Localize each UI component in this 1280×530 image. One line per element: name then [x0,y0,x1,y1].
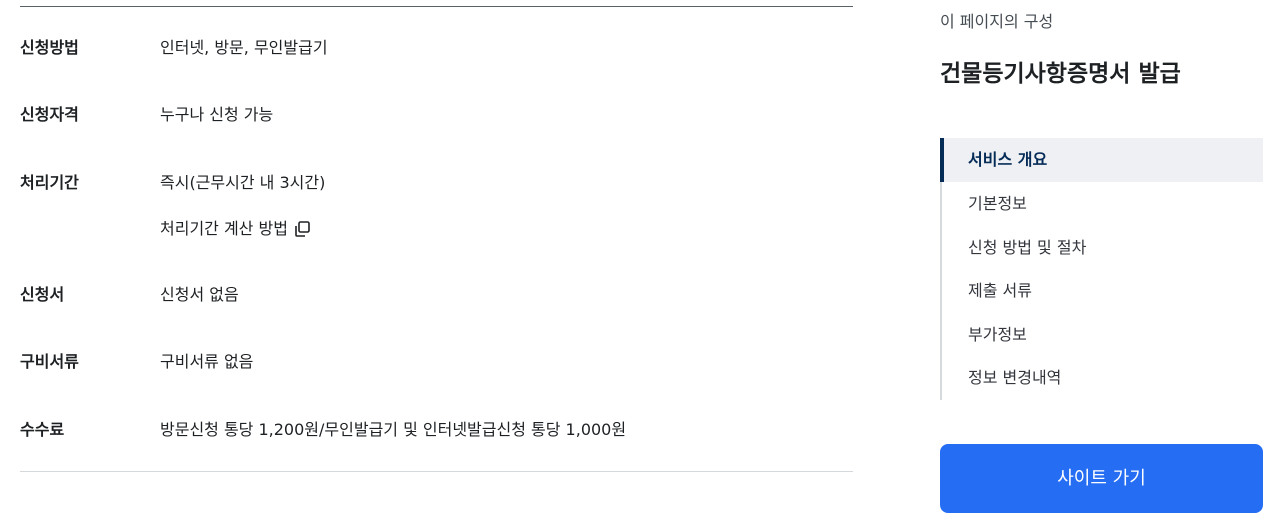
toc-item-label: 기본정보 [968,194,1027,213]
detail-value: 인터넷, 방문, 무인발급기 [160,38,328,57]
go-to-site-button[interactable]: 사이트 가기 [940,444,1263,513]
detail-value: 신청서 없음 [160,285,239,304]
toc-item-change-history[interactable]: 정보 변경내역 [942,356,1263,400]
detail-value: 누구나 신청 가능 [160,105,274,124]
detail-value: 구비서류 없음 [160,352,254,371]
toc-item-label: 신청 방법 및 절차 [968,238,1087,257]
toc-item-label: 제출 서류 [968,281,1032,300]
toc-item-additional-info[interactable]: 부가정보 [942,313,1263,357]
detail-label: 처리기간 [20,173,79,192]
top-divider [20,6,853,7]
toc-item-basic-info[interactable]: 기본정보 [942,182,1263,226]
processing-calc-link[interactable]: 처리기간 계산 방법 [160,217,311,241]
detail-label: 신청자격 [20,105,79,124]
detail-label: 수수료 [20,420,65,439]
service-detail-list: 신청방법 인터넷, 방문, 무인발급기 신청자격 누구나 신청 가능 처리기간 … [20,0,853,530]
detail-label: 구비서류 [20,352,79,371]
toc-item-label: 서비스 개요 [968,150,1048,169]
toc-item-documents[interactable]: 제출 서류 [942,269,1263,313]
toc-active-indicator [940,138,944,182]
toc-item-overview[interactable]: 서비스 개요 [940,138,1263,182]
outline-caption: 이 페이지의 구성 [940,12,1054,31]
detail-value: 방문신청 통당 1,200원/무인발급기 및 인터넷발급신청 통당 1,000원 [160,420,627,439]
outline-nav: 서비스 개요 기본정보 신청 방법 및 절차 제출 서류 부가정보 정보 변경내… [940,138,1263,400]
detail-label: 신청서 [20,285,65,304]
toc-item-procedure[interactable]: 신청 방법 및 절차 [942,226,1263,270]
processing-calc-label: 처리기간 계산 방법 [160,219,288,238]
page-outline: 이 페이지의 구성 건물등기사항증명서 발급 서비스 개요 기본정보 신청 방법… [940,0,1263,530]
toc-item-label: 정보 변경내역 [968,368,1062,387]
copy-icon [295,221,310,237]
toc-item-label: 부가정보 [968,325,1027,344]
detail-label: 신청방법 [20,38,79,57]
outline-title: 건물등기사항증명서 발급 [940,61,1181,87]
detail-value: 즉시(근무시간 내 3시간) [160,173,326,192]
bottom-divider [20,471,853,472]
